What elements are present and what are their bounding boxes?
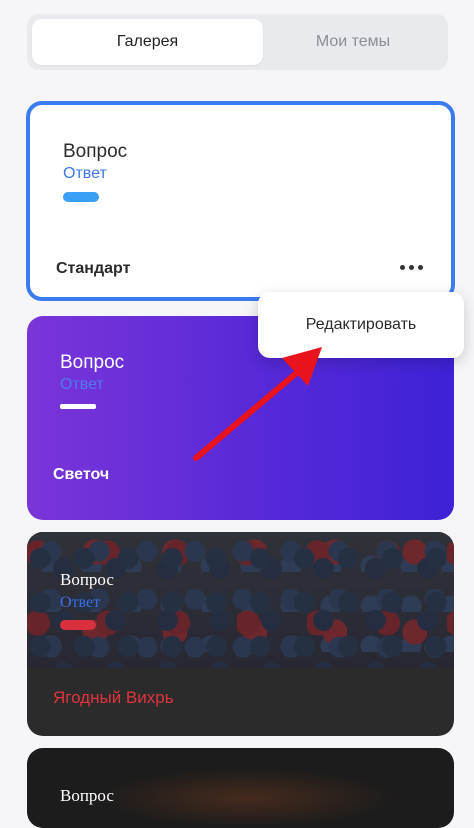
card-title: Светоч [53, 466, 110, 483]
theme-card-standard[interactable]: Вопрос Ответ Стандарт [26, 101, 455, 301]
card-answer: Ответ [63, 165, 107, 182]
card-question: Вопрос [63, 141, 128, 162]
card-accent-bar [60, 404, 96, 409]
card-accent-bar [60, 620, 96, 630]
card-accent-bar [63, 192, 99, 202]
card-question: Вопрос [60, 570, 114, 589]
card-title: Ягодный Вихрь [53, 688, 174, 707]
theme-card-berry-whirl[interactable]: Вопрос Ответ Ягодный Вихрь [27, 532, 454, 736]
card-answer: Ответ [60, 594, 101, 611]
theme-card-fourth[interactable]: Вопрос [27, 748, 454, 828]
more-horizontal-icon[interactable] [400, 265, 423, 270]
card-background-image [97, 768, 397, 828]
card-question: Вопрос [60, 786, 114, 805]
menu-item-edit[interactable]: Редактировать [306, 316, 417, 334]
tab-my-themes[interactable]: Мои темы [263, 19, 443, 65]
theme-tabs: Галерея Мои темы [27, 14, 448, 70]
context-menu: Редактировать [258, 292, 464, 358]
card-answer: Ответ [60, 376, 104, 393]
card-question: Вопрос [60, 352, 125, 373]
card-title: Стандарт [56, 260, 131, 277]
tab-gallery[interactable]: Галерея [32, 19, 263, 65]
